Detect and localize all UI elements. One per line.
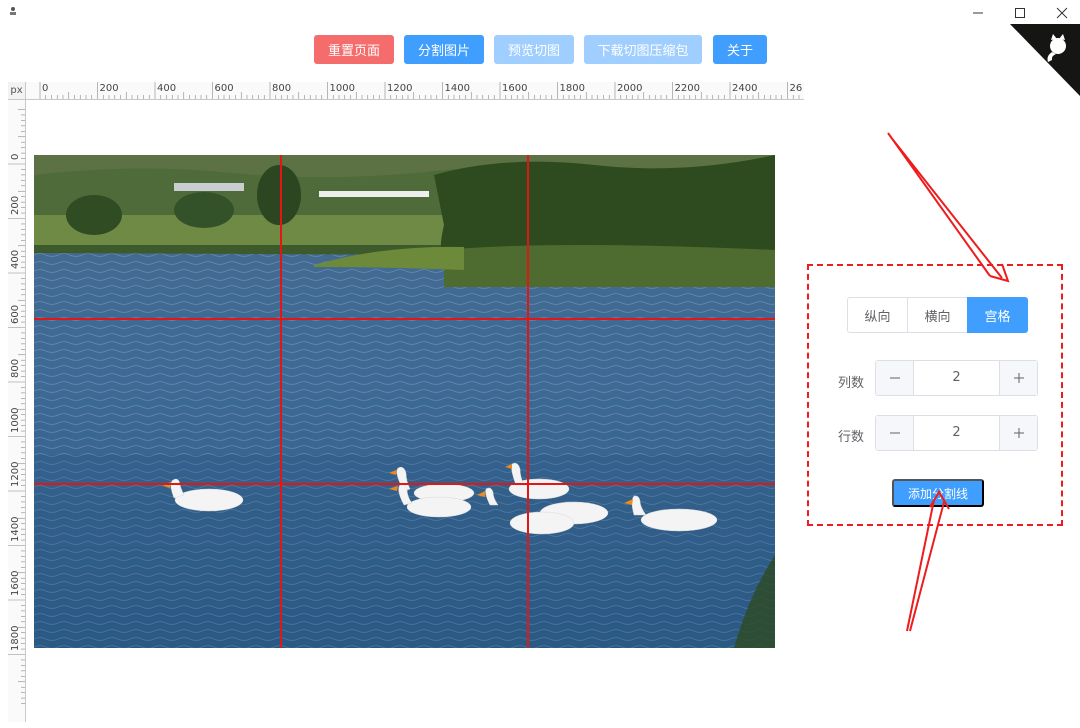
minimize-button[interactable] (960, 2, 996, 24)
ruler-label-v: 1000 (10, 407, 21, 433)
about-button[interactable]: 关于 (713, 35, 767, 64)
github-corner-icon[interactable] (1010, 0, 1080, 96)
rows-decrease-button[interactable] (876, 416, 914, 450)
image-canvas[interactable] (34, 155, 775, 648)
ruler-label-v: 200 (10, 195, 21, 215)
split-mode-selector: 纵向 横向 宫格 (847, 297, 1028, 333)
minus-icon (889, 377, 900, 379)
minus-icon (889, 432, 900, 434)
app-icon (10, 7, 16, 15)
arrow-to-grid-tab-icon (887, 132, 1010, 283)
ruler-label-h: 400 (157, 83, 177, 94)
ruler-label-v: 1400 (10, 516, 21, 542)
minimize-icon (973, 12, 983, 14)
ruler-label-h: 26 (789, 83, 803, 94)
cols-increase-button[interactable] (999, 361, 1037, 395)
split-image-button[interactable]: 分割图片 (404, 35, 484, 64)
ruler-label-h: 2000 (617, 83, 643, 94)
ruler-label-h: 1600 (502, 83, 528, 94)
ruler-unit: px (8, 82, 26, 100)
horizontal-ruler: 0 200 400 600 800 1000 1200 1400 1600 1800 2000 220… (8, 82, 804, 100)
ruler-label-v: 0 (10, 153, 21, 160)
toolbar: 重置页面 分割图片 预览切图 下载切图压缩包 关于 (0, 35, 1080, 64)
cols-value[interactable]: 2 (914, 361, 999, 395)
mode-horizontal-tab[interactable]: 横向 (907, 297, 968, 333)
rows-label: 行数 (838, 430, 865, 445)
rows-stepper: 2 (875, 415, 1038, 451)
download-zip-button[interactable]: 下载切图压缩包 (584, 35, 702, 64)
ruler-label-v: 1600 (10, 570, 21, 596)
cols-label: 列数 (838, 376, 865, 391)
ruler-label-h: 1200 (387, 83, 413, 94)
add-split-line-button[interactable]: 添加分割线 (892, 479, 984, 507)
ruler-label-h: 200 (99, 83, 119, 94)
preview-slices-button[interactable]: 预览切图 (494, 35, 574, 64)
lake-geese-photo (34, 155, 775, 648)
cols-stepper: 2 (875, 360, 1038, 396)
ruler-label-v: 1200 (10, 461, 21, 487)
split-line-horizontal-1[interactable] (34, 318, 775, 320)
reset-page-button[interactable]: 重置页面 (314, 35, 394, 64)
ruler-label-h: 600 (214, 83, 234, 94)
ruler-label-h: 1800 (559, 83, 585, 94)
rows-increase-button[interactable] (999, 416, 1037, 450)
ruler-label-h: 2200 (674, 83, 700, 94)
split-line-vertical-1[interactable] (280, 155, 282, 648)
mode-grid-tab[interactable]: 宫格 (967, 297, 1028, 333)
cols-decrease-button[interactable] (876, 361, 914, 395)
ruler-label-h: 800 (272, 83, 292, 94)
ruler-label-h: 2400 (732, 83, 758, 94)
split-line-horizontal-2[interactable] (34, 483, 775, 485)
ruler-label-v: 800 (10, 358, 21, 378)
rows-value[interactable]: 2 (914, 416, 999, 450)
ruler-label-h: 1000 (329, 83, 355, 94)
split-line-vertical-2[interactable] (527, 155, 529, 648)
ruler-label-h: 1400 (444, 83, 470, 94)
ruler-label-v: 600 (10, 304, 21, 324)
plus-icon (1013, 373, 1024, 383)
ruler-label-v: 1800 (10, 625, 21, 651)
mode-vertical-tab[interactable]: 纵向 (847, 297, 908, 333)
ruler-label-v: 400 (10, 249, 21, 269)
vertical-ruler: 0 200 400 600 800 1000 1200 1400 1600 1800 (8, 100, 26, 722)
ruler-label-h: 0 (42, 83, 49, 94)
plus-icon (1013, 428, 1024, 438)
